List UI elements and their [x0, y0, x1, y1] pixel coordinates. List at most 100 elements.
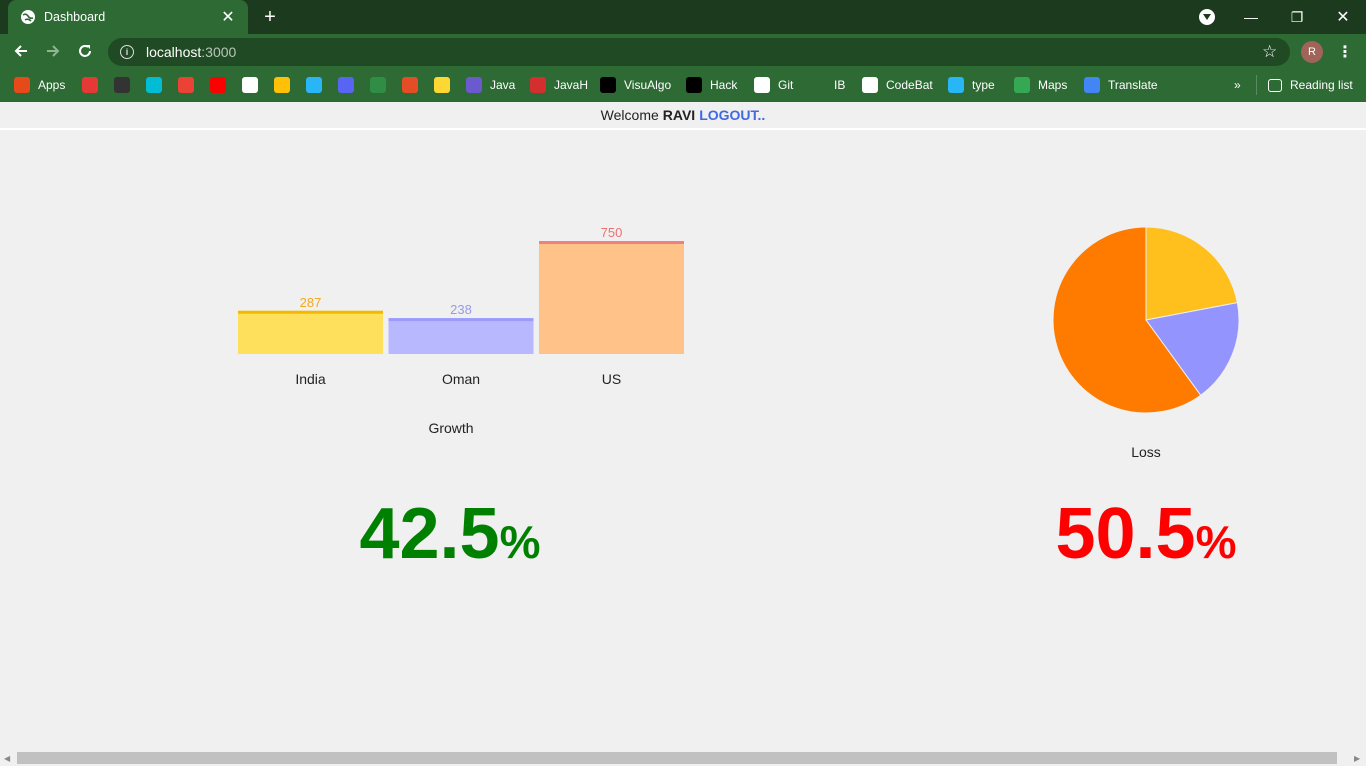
bookmark-item[interactable]: IB [810, 76, 845, 94]
amazon-icon [242, 77, 258, 93]
apps-grid-icon [14, 77, 30, 93]
bookmark-item[interactable]: Git [754, 76, 793, 94]
bookmark-item[interactable] [306, 76, 330, 94]
new-tab-button[interactable]: + [258, 6, 282, 28]
bookmarks-bar: Apps Java JavaH VisuAlgo Hack Git IB CodeBat typ… [0, 68, 1366, 102]
close-window-button[interactable]: ✕ [1320, 0, 1366, 34]
bar-category-label: India [295, 371, 326, 387]
bar-value-label: 287 [300, 295, 322, 310]
bookmark-star-icon[interactable]: ☆ [1262, 42, 1277, 62]
reload-button[interactable] [72, 38, 98, 64]
bookmark-label: JavaH [554, 78, 589, 92]
bookmark-label: type [972, 78, 995, 92]
back-button[interactable] [8, 38, 34, 64]
bookmark-item[interactable] [402, 76, 426, 94]
kebab-menu-icon[interactable]: ⋮ [1337, 42, 1353, 62]
bookmark-item[interactable] [242, 76, 266, 94]
bookmark-label: Hack [710, 78, 738, 92]
dashboard-page: Welcome RAVI LOGOUT.. 287 India 238 Oman 750… [0, 102, 1366, 752]
bookmark-item[interactable] [210, 76, 234, 94]
username: RAVI [662, 107, 696, 123]
welcome-bar: Welcome RAVI LOGOUT.. [0, 102, 1366, 130]
url-host: localhost [146, 44, 202, 60]
type-icon [948, 77, 964, 93]
gfg-icon [370, 77, 386, 93]
visualgo-icon [600, 77, 616, 93]
bar-top-line [388, 318, 534, 322]
bookmark-item[interactable]: Hack [686, 76, 737, 94]
reading-list-icon [1268, 78, 1282, 92]
loss-percent-sign: % [1195, 516, 1237, 568]
bookmark-item[interactable] [434, 76, 458, 94]
bookmark-item[interactable] [370, 76, 394, 94]
bookmark-item[interactable] [178, 76, 202, 94]
url-port: :3000 [201, 44, 237, 60]
bookmark-item[interactable]: Java [466, 76, 515, 94]
growth-bar-chart: 287 India 238 Oman 750 US [238, 225, 684, 387]
address-bar[interactable]: i localhost:3000 [108, 38, 1290, 66]
office-icon [82, 77, 98, 93]
bar-value-label: 750 [601, 225, 623, 240]
bookmark-item[interactable]: VisuAlgo [600, 76, 671, 94]
growth-chart-caption: Growth [428, 420, 474, 436]
bookmark-item[interactable]: CodeBat [862, 76, 933, 94]
bar-us [539, 241, 684, 354]
bookmark-item[interactable] [338, 76, 362, 94]
bookmark-item[interactable] [114, 76, 138, 94]
more-bookmarks-label: » [1234, 78, 1241, 92]
loss-pie-chart [1052, 226, 1240, 414]
forward-button[interactable] [40, 38, 66, 64]
bookmark-item[interactable] [146, 76, 170, 94]
bookmarks-divider [1256, 75, 1257, 95]
bookmark-item[interactable] [274, 76, 298, 94]
info-icon[interactable]: i [120, 45, 134, 59]
browser-tab[interactable]: Dashboard ✕ [8, 0, 248, 34]
restore-button[interactable]: ❐ [1274, 0, 1320, 34]
reading-list-label: Reading list [1290, 78, 1353, 92]
bar-india [238, 310, 383, 354]
more-bookmarks-button[interactable]: » [1234, 76, 1241, 94]
bar-category-label: US [602, 371, 621, 387]
bookmark-label: IB [834, 78, 846, 92]
hackerrank-icon [686, 77, 702, 93]
avatar[interactable]: R [1301, 41, 1323, 63]
scroll-right-icon[interactable]: ▶ [1354, 754, 1360, 763]
logout-link[interactable]: LOGOUT.. [699, 107, 765, 123]
gmail-icon [178, 77, 194, 93]
bookmark-item[interactable]: Apps [14, 76, 65, 94]
loss-percent-value: 50.5 [1055, 494, 1196, 574]
bookmark-item[interactable]: JavaH [530, 76, 588, 94]
growth-percent-sign: % [499, 516, 541, 568]
p-icon [434, 77, 450, 93]
bookmark-label: Translate [1108, 78, 1158, 92]
bookmark-item[interactable] [82, 76, 106, 94]
discord-icon [338, 77, 354, 93]
reading-list-button[interactable]: Reading list [1268, 76, 1353, 94]
bar-value-label: 238 [450, 302, 472, 317]
youtube-icon [210, 77, 226, 93]
minimize-button[interactable]: — [1228, 0, 1274, 34]
tab-title: Dashboard [44, 10, 106, 24]
ib-icon [810, 77, 826, 93]
welcome-text: Welcome [600, 107, 659, 123]
bookmark-item[interactable]: type [948, 76, 995, 94]
tab-close-icon[interactable]: ✕ [220, 7, 236, 27]
flipkart-icon [274, 77, 290, 93]
bookmark-label: CodeBat [886, 78, 933, 92]
scroll-left-icon[interactable]: ◀ [4, 754, 10, 763]
arrow-icon [306, 77, 322, 93]
profile-dropdown-icon[interactable] [1199, 9, 1215, 25]
bookmark-item[interactable]: Translate [1084, 76, 1158, 94]
bookmark-label: Git [778, 78, 794, 92]
globe-icon [20, 9, 36, 25]
scrollbar-thumb[interactable] [17, 752, 1337, 764]
javah-icon [530, 77, 546, 93]
bar-top-line [238, 310, 383, 314]
loss-chart-caption: Loss [1131, 444, 1161, 460]
bookmark-label: VisuAlgo [624, 78, 672, 92]
loss-percent: 50.5% [996, 498, 1296, 570]
code-icon [402, 77, 418, 93]
globe-icon [862, 77, 878, 93]
bookmark-item[interactable]: Maps [1014, 76, 1067, 94]
horizontal-scrollbar[interactable]: ◀ ▶ [0, 752, 1366, 766]
